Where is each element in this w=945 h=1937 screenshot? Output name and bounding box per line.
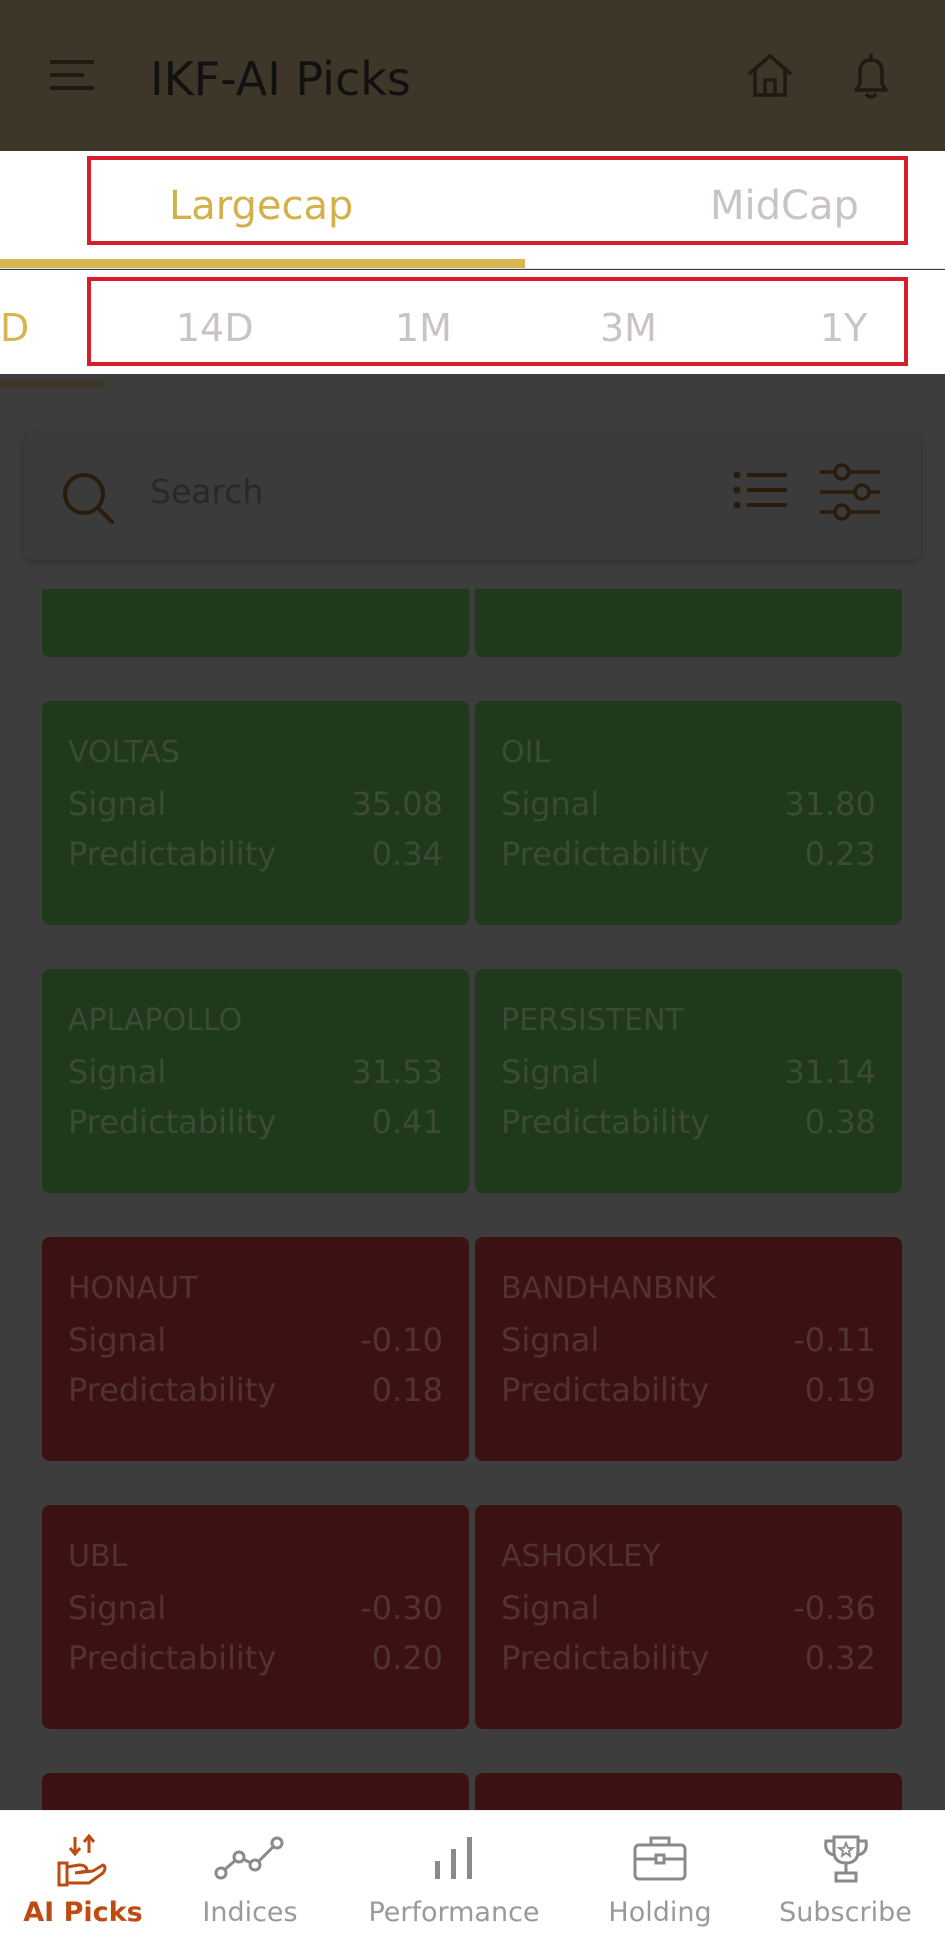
signal-row: Signal 31.80 [501, 785, 876, 823]
line-chart-icon [214, 1836, 284, 1880]
signal-label: Signal [68, 785, 167, 823]
predictability-label: Predictability [68, 835, 277, 873]
signal-value: -0.11 [793, 1321, 876, 1359]
stock-name: OIL [501, 735, 551, 770]
predictability-label: Predictability [68, 1639, 277, 1677]
signal-label: Signal [68, 1053, 167, 1091]
home-icon[interactable] [745, 52, 795, 98]
predictability-value: 0.34 [371, 835, 443, 873]
hamburger-menu-icon[interactable] [50, 58, 94, 92]
signal-row: Signal 31.53 [68, 1053, 443, 1091]
predictability-value: 0.32 [804, 1639, 876, 1677]
stock-card[interactable]: BANDHANBNK Signal -0.11 Predictability 0.1… [475, 1237, 902, 1461]
signal-row: Signal 31.14 [501, 1053, 876, 1091]
predictability-value: 0.23 [804, 835, 876, 873]
nav-label: Performance [368, 1897, 540, 1928]
signal-label: Signal [68, 1321, 167, 1359]
predictability-label: Predictability [501, 1371, 710, 1409]
nav-performance[interactable]: Performance [334, 1811, 574, 1937]
nav-indices[interactable]: Indices [166, 1811, 334, 1937]
signal-value: 31.53 [351, 1053, 443, 1091]
signal-row: Signal -0.11 [501, 1321, 876, 1359]
stock-name: PERSISTENT [501, 1003, 684, 1038]
predictability-row: Predictability 0.19 [501, 1371, 876, 1409]
predictability-label: Predictability [68, 1103, 277, 1141]
predictability-row: Predictability 0.34 [68, 835, 443, 873]
predictability-label: Predictability [68, 1371, 277, 1409]
nav-label: Indices [202, 1897, 298, 1928]
stock-card[interactable]: APLAPOLLO Signal 31.53 Predictability 0.41 [42, 969, 469, 1193]
signal-value: -0.36 [793, 1589, 876, 1627]
stock-name: ASHOKLEY [501, 1539, 661, 1574]
stock-name: VOLTAS [68, 735, 180, 770]
predictability-value: 0.18 [371, 1371, 443, 1409]
search-icon [63, 473, 114, 524]
predictability-label: Predictability [501, 1103, 710, 1141]
signal-label: Signal [501, 1053, 600, 1091]
signal-row: Signal -0.36 [501, 1589, 876, 1627]
signal-label: Signal [501, 1321, 600, 1359]
predictability-label: Predictability [501, 835, 710, 873]
bottom-navigation: AI Picks Indices Performance Holding Sub… [0, 1810, 945, 1937]
signal-row: Signal -0.30 [68, 1589, 443, 1627]
period-tabs-highlight [87, 277, 908, 366]
signal-row: Signal 35.08 [68, 785, 443, 823]
stock-card[interactable]: HONAUT Signal -0.10 Predictability 0.18 [42, 1237, 469, 1461]
nav-holding[interactable]: Holding [574, 1811, 746, 1937]
stock-card[interactable]: ASHOKLEY Signal -0.36 Predictability 0.32 [475, 1505, 902, 1729]
signal-label: Signal [501, 1589, 600, 1627]
nav-subscribe[interactable]: Subscribe [746, 1811, 945, 1937]
nav-ai-picks[interactable]: AI Picks [0, 1811, 166, 1937]
signal-value: -0.10 [360, 1321, 443, 1359]
nav-label: Subscribe [779, 1897, 912, 1928]
stock-name: HONAUT [68, 1271, 198, 1306]
signal-label: Signal [501, 785, 600, 823]
signal-value: 31.80 [784, 785, 876, 823]
bell-icon[interactable] [846, 52, 896, 100]
list-view-icon[interactable] [733, 470, 787, 510]
predictability-row: Predictability 0.41 [68, 1103, 443, 1141]
active-tab-indicator [0, 259, 525, 268]
tab-period-d[interactable]: D [0, 306, 29, 350]
predictability-label: Predictability [501, 1639, 710, 1677]
signal-row: Signal -0.10 [68, 1321, 443, 1359]
predictability-row: Predictability 0.38 [501, 1103, 876, 1141]
stock-card-partial[interactable] [42, 1773, 469, 1810]
filter-sliders-icon[interactable] [818, 462, 882, 522]
briefcase-icon [633, 1836, 687, 1881]
predictability-value: 0.20 [371, 1639, 443, 1677]
nav-label: AI Picks [23, 1897, 143, 1928]
predictability-row: Predictability 0.18 [68, 1371, 443, 1409]
predictability-row: Predictability 0.32 [501, 1639, 876, 1677]
search-input[interactable] [150, 466, 710, 516]
stock-card-partial[interactable] [475, 589, 902, 657]
predictability-value: 0.38 [804, 1103, 876, 1141]
app-bar: IKF-AI Picks [0, 0, 945, 151]
predictability-value: 0.41 [371, 1103, 443, 1141]
stock-card[interactable]: PERSISTENT Signal 31.14 Predictability 0.3… [475, 969, 902, 1193]
signal-label: Signal [68, 1589, 167, 1627]
stock-card-partial[interactable] [475, 1773, 902, 1810]
stock-name: BANDHANBNK [501, 1271, 716, 1306]
bar-chart-icon [435, 1837, 472, 1879]
predictability-row: Predictability 0.20 [68, 1639, 443, 1677]
cap-tabs-highlight [87, 156, 908, 245]
ai-picks-hand-icon [57, 1833, 107, 1887]
nav-label: Holding [608, 1897, 712, 1928]
stock-card[interactable]: UBL Signal -0.30 Predictability 0.20 [42, 1505, 469, 1729]
predictability-row: Predictability 0.23 [501, 835, 876, 873]
stock-card[interactable]: OIL Signal 31.80 Predictability 0.23 [475, 701, 902, 925]
signal-value: 31.14 [784, 1053, 876, 1091]
stock-card-partial[interactable] [42, 589, 469, 657]
stock-name: APLAPOLLO [68, 1003, 243, 1038]
divider [0, 268, 945, 269]
trophy-icon [823, 1835, 868, 1883]
period-tab-indicator [0, 380, 105, 388]
stock-card[interactable]: VOLTAS Signal 35.08 Predictability 0.34 [42, 701, 469, 925]
signal-value: -0.30 [360, 1589, 443, 1627]
page-title: IKF-AI Picks [150, 52, 411, 106]
signal-value: 35.08 [351, 785, 443, 823]
stock-name: UBL [68, 1539, 128, 1574]
predictability-value: 0.19 [804, 1371, 876, 1409]
